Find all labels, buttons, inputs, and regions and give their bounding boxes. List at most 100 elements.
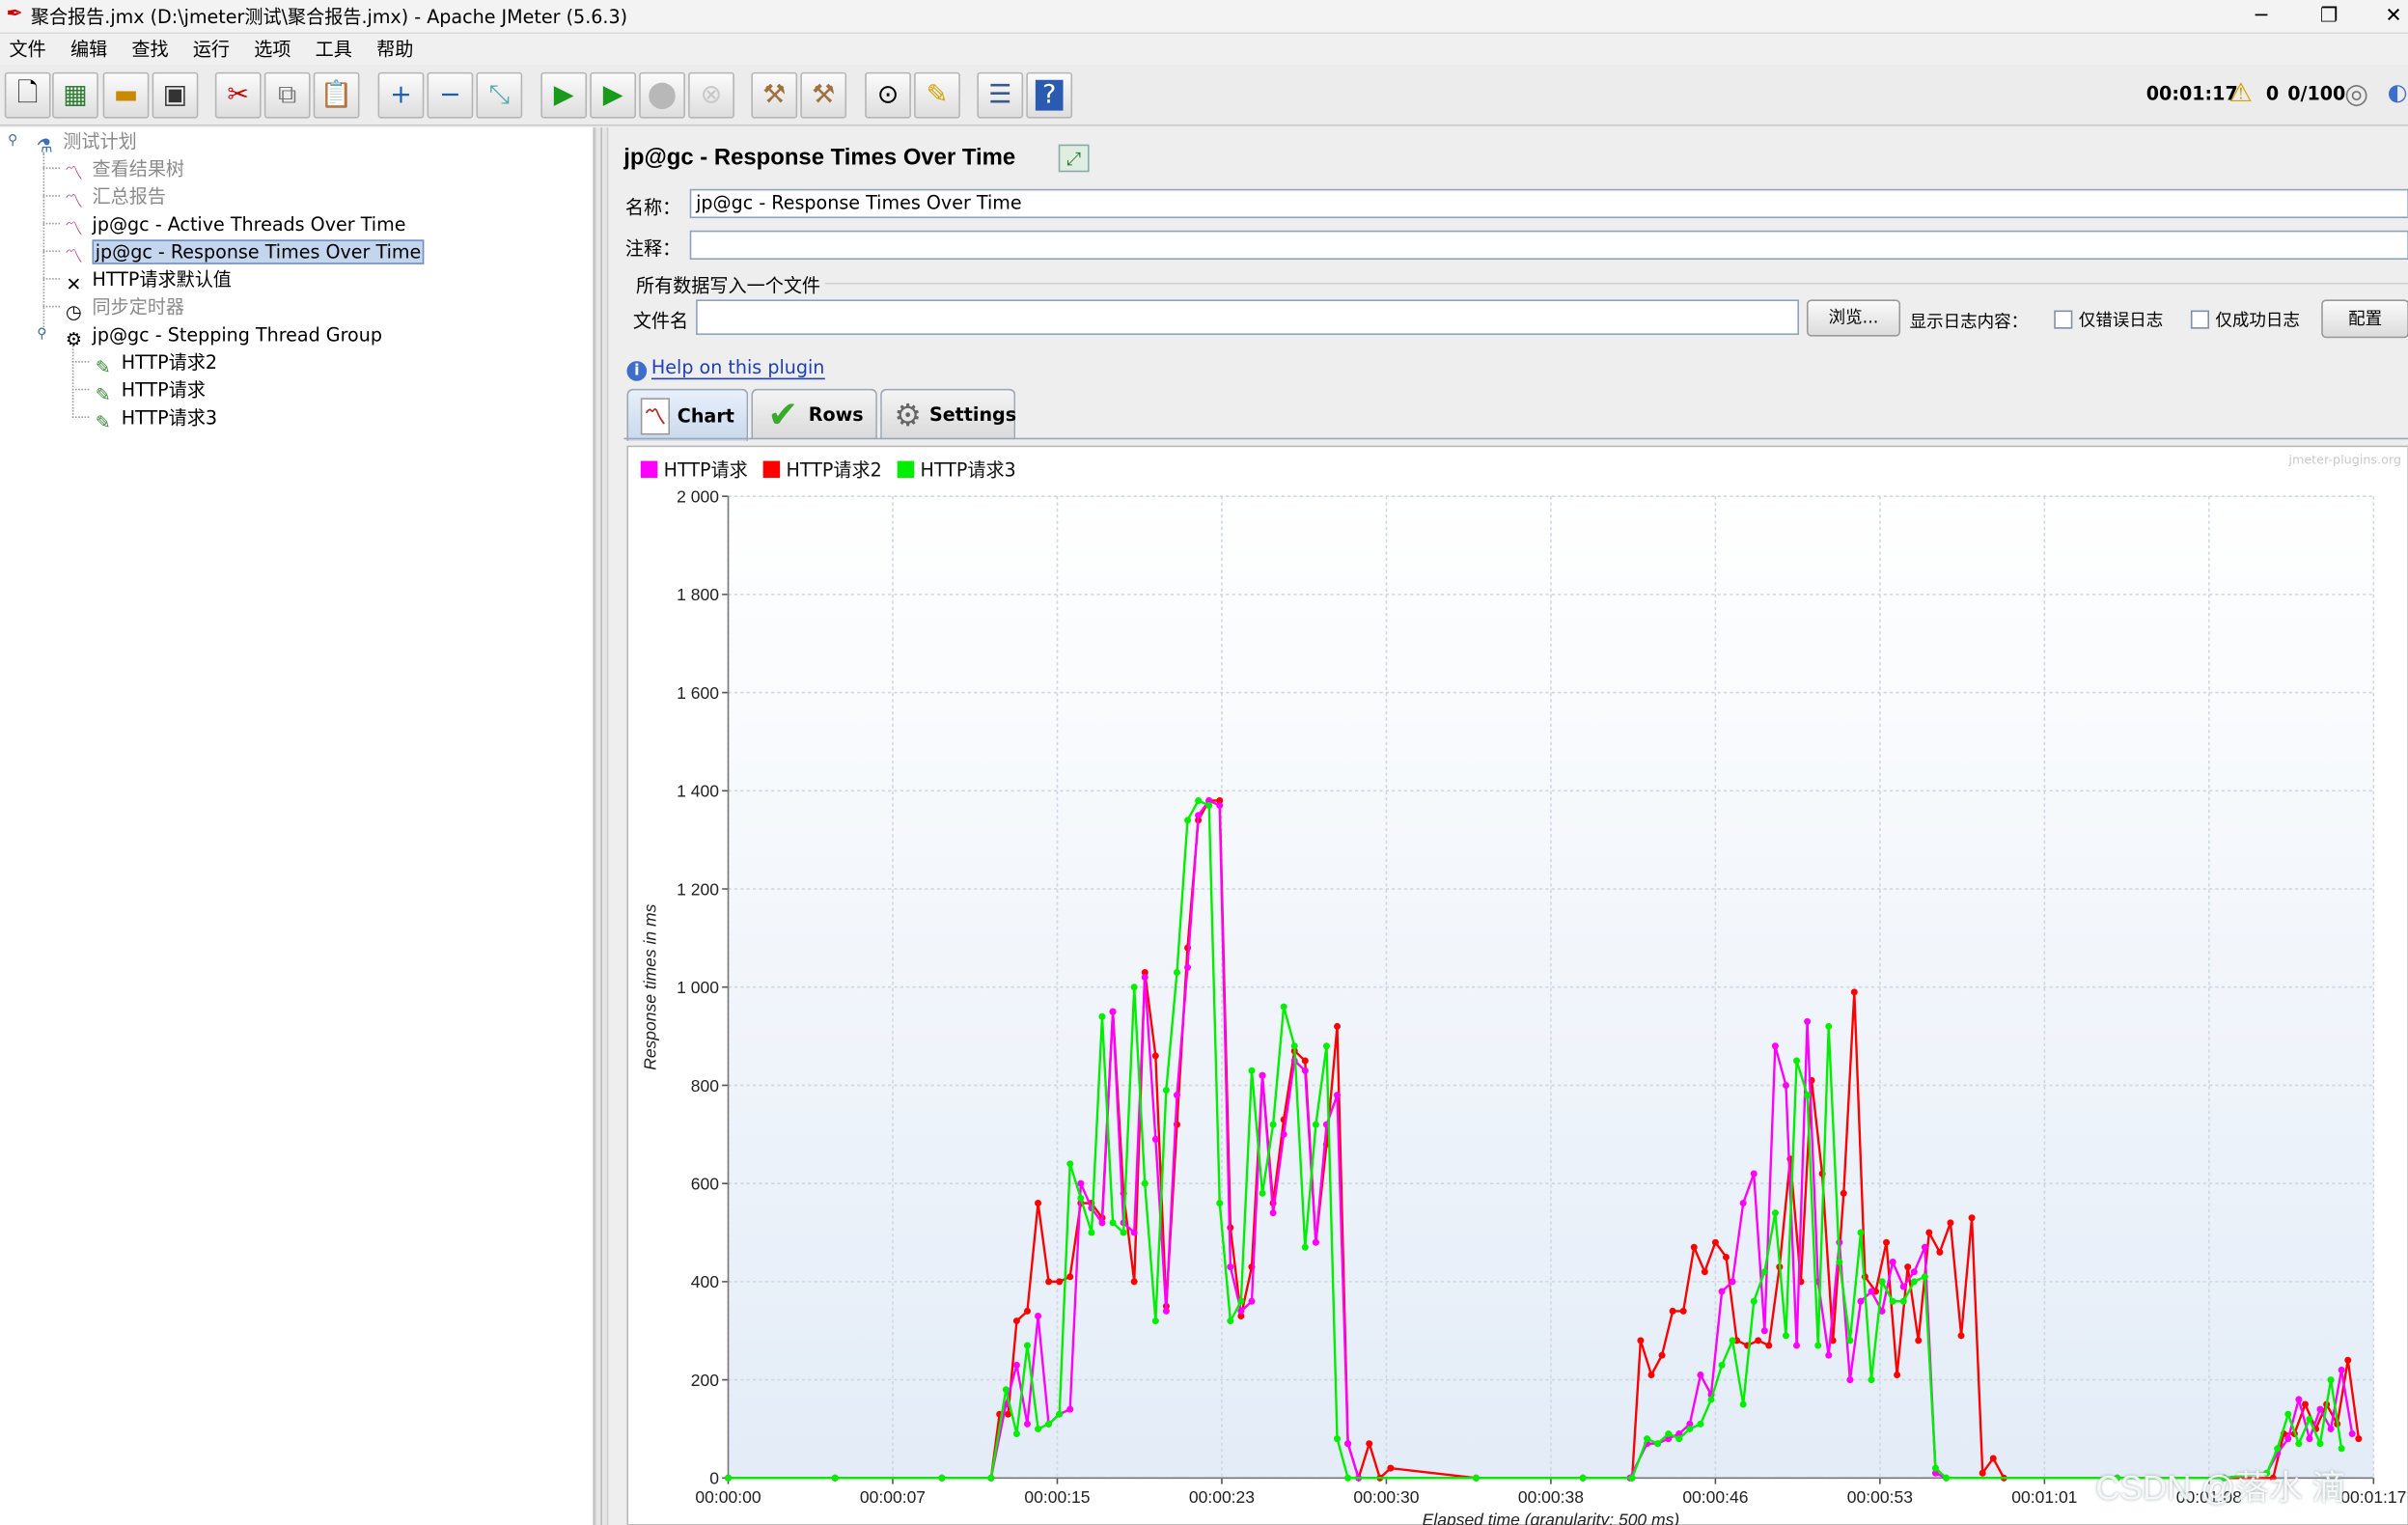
log-viewer-icon[interactable]: ◐: [2388, 78, 2408, 106]
help-link[interactable]: Help on this plugin: [650, 356, 825, 380]
listener-panel: jp@gc - Response Times Over Time ⤢ 名称： j…: [609, 127, 2408, 1525]
x-tick-label: 00:00:46: [1682, 1487, 1748, 1507]
data-point: [1968, 1214, 1976, 1222]
data-point: [1130, 1229, 1138, 1236]
start-button[interactable]: ▶: [540, 71, 588, 119]
paste-button[interactable]: 📋: [313, 71, 360, 119]
pane-splitter[interactable]: [595, 127, 609, 1525]
restore-button[interactable]: ❐: [2298, 0, 2360, 34]
menu-file[interactable]: 文件: [0, 34, 55, 65]
warning-icon[interactable]: ⚠: [2229, 78, 2253, 109]
data-point: [1098, 1219, 1106, 1227]
data-point: [1184, 817, 1192, 824]
start-no-pause-button[interactable]: ▶: [590, 71, 637, 119]
tree-node-sync-timer[interactable]: ◷ 同步定时器: [62, 293, 184, 322]
config-button[interactable]: 配置: [2321, 299, 2408, 339]
name-field[interactable]: jp@gc - Response Times Over Time: [689, 188, 2408, 219]
data-point: [1750, 1297, 1758, 1305]
data-point: [1195, 796, 1203, 804]
function-helper-button[interactable]: ☰: [977, 71, 1024, 119]
shutdown-icon: ⊗: [700, 79, 723, 111]
expand-button[interactable]: +: [377, 71, 425, 119]
errors-only-checkbox[interactable]: [2054, 310, 2073, 329]
tree-node-thread-group[interactable]: ⚙ jp@gc - Stepping Thread Group: [62, 321, 382, 350]
shutdown-button[interactable]: ⊗: [688, 71, 734, 119]
tree-node-test-plan[interactable]: ⚗ 测试计划: [32, 127, 137, 157]
menu-options[interactable]: 选项: [245, 34, 300, 65]
tree-node-view-results[interactable]: 〽查看结果树: [62, 155, 184, 184]
data-point: [1846, 1376, 1854, 1384]
data-point: [1825, 1351, 1833, 1359]
save-icon: ▣: [162, 79, 188, 111]
tree-node-http-defaults[interactable]: ✕ HTTP请求默认值: [62, 265, 232, 295]
data-point: [1205, 802, 1213, 810]
jmeter-feather-icon: ✒: [6, 3, 23, 27]
tree-node-active-threads[interactable]: 〽 jp@gc - Active Threads Over Time: [62, 210, 406, 239]
data-point: [1056, 1410, 1064, 1418]
clear-all-button[interactable]: ⚒: [800, 71, 847, 119]
tree-toggle-icon[interactable]: ⚲: [8, 133, 17, 149]
close-button[interactable]: ✕: [2363, 0, 2408, 34]
data-point: [1216, 1200, 1224, 1207]
data-point: [1151, 1052, 1159, 1060]
save-button[interactable]: ▣: [152, 71, 199, 119]
data-point: [1035, 1200, 1042, 1207]
tab-chart[interactable]: 〽 Chart: [626, 388, 749, 441]
search-button[interactable]: ⊙: [865, 71, 911, 119]
menu-edit[interactable]: 编辑: [61, 34, 116, 65]
tree-node-response-times[interactable]: 〽 jp@gc - Response Times Over Time: [62, 238, 425, 267]
cut-button[interactable]: ✂: [214, 71, 262, 119]
data-point: [2316, 1440, 2324, 1448]
tree-node-http-request-2[interactable]: ✎ HTTP请求2: [91, 348, 217, 378]
flask-icon: ⚗: [36, 135, 53, 157]
filename-field[interactable]: [696, 299, 1799, 336]
toggle-button[interactable]: ⤡: [476, 71, 523, 119]
tree-node-http-request[interactable]: ✎ HTTP请求: [91, 376, 206, 405]
menu-search[interactable]: 查找: [123, 34, 178, 65]
data-point: [1280, 1130, 1287, 1138]
data-point: [1301, 1243, 1309, 1251]
menu-tools[interactable]: 工具: [306, 34, 361, 65]
y-tick-label: 0: [709, 1469, 719, 1488]
minimize-button[interactable]: ─: [2230, 0, 2292, 34]
comment-field[interactable]: [689, 230, 2408, 261]
menu-help[interactable]: 帮助: [368, 34, 423, 65]
collapse-button[interactable]: −: [427, 71, 474, 119]
csdn-overlay: CSDN @落水 滴: [2095, 1468, 2346, 1508]
stop-icon: ⬤: [647, 79, 678, 111]
tree-node-http-request-3[interactable]: ✎ HTTP请求3: [91, 404, 217, 433]
clear-button[interactable]: ⚒: [751, 71, 798, 119]
menu-run[interactable]: 运行: [183, 34, 238, 65]
data-point: [1056, 1278, 1064, 1286]
help-button[interactable]: ?: [1026, 71, 1073, 119]
data-point: [1280, 1003, 1287, 1011]
tab-settings[interactable]: ⚙ Settings: [880, 388, 1016, 440]
test-plan-tree: ⚲ ⚲ ⚗ 测试计划 〽查看结果树 〽汇总报告 〽 jp@gc - Active T…: [0, 127, 595, 1525]
data-point: [1857, 1229, 1865, 1236]
data-point: [1290, 1042, 1298, 1050]
data-point: [1023, 1307, 1031, 1315]
data-point: [1227, 1263, 1234, 1271]
data-point: [1301, 1057, 1309, 1065]
data-point: [1045, 1278, 1053, 1286]
fullscreen-icon[interactable]: ⤢: [1058, 144, 1090, 173]
templates-button[interactable]: ▦: [52, 71, 98, 119]
search-icon: ⊙: [876, 79, 900, 111]
stop-button[interactable]: ⬤: [639, 71, 685, 119]
data-point: [1216, 802, 1224, 810]
new-button[interactable]: 🗋: [4, 71, 51, 119]
y-tick-label: 600: [691, 1175, 719, 1194]
data-point: [1979, 1469, 1986, 1477]
data-point: [987, 1474, 995, 1482]
data-point: [1686, 1425, 1694, 1432]
remote-status-icon[interactable]: ◎: [2344, 78, 2368, 110]
reset-search-button[interactable]: ✎: [914, 71, 960, 119]
data-point: [1120, 1229, 1127, 1236]
tree-toggle-icon[interactable]: ⚲: [37, 327, 46, 343]
tree-node-summary-report[interactable]: 〽汇总报告: [62, 182, 166, 212]
open-button[interactable]: ▬: [102, 71, 150, 119]
browse-button[interactable]: 浏览...: [1806, 299, 1901, 337]
success-only-checkbox[interactable]: [2190, 310, 2210, 329]
copy-button[interactable]: ⧉: [263, 71, 311, 119]
tab-rows[interactable]: ✔ Rows: [751, 388, 877, 440]
